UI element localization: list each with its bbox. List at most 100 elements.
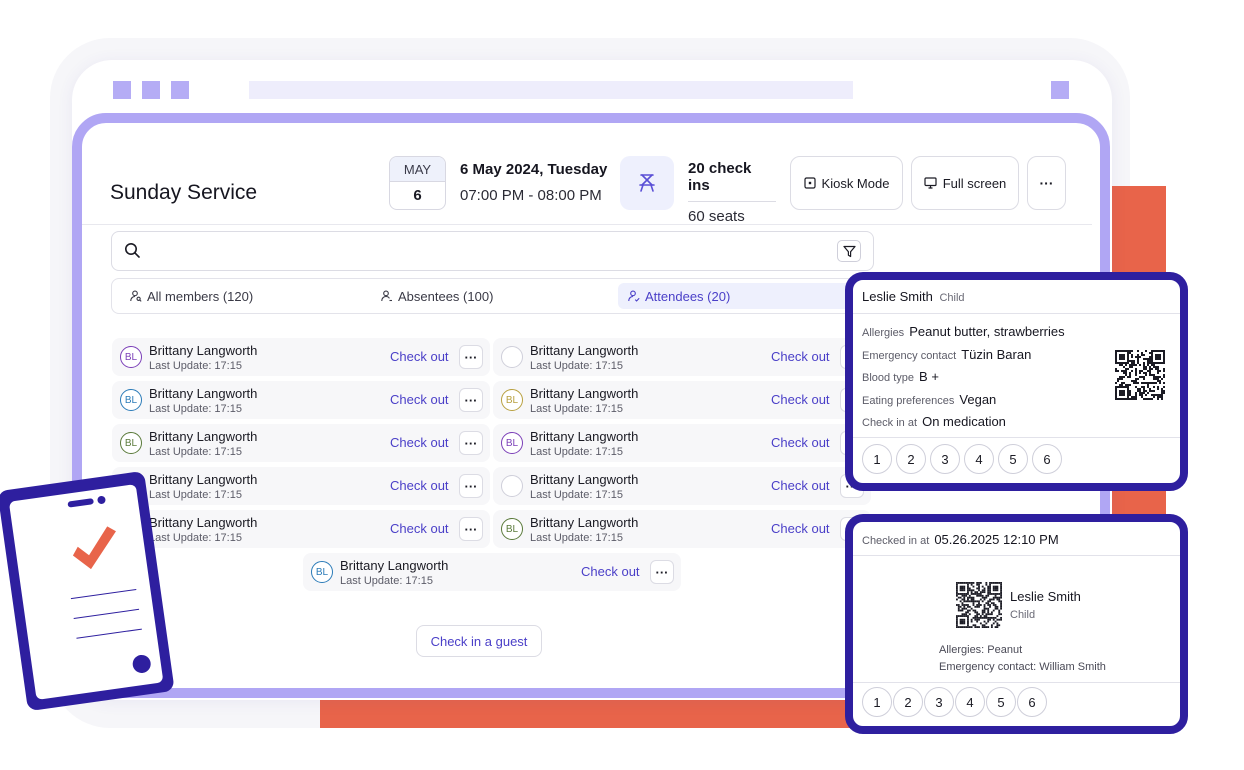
avatar: BL [501, 518, 523, 540]
last-update: Last Update: 17:15 [530, 532, 623, 544]
row-more-button[interactable]: ··· [459, 388, 483, 412]
page-4[interactable]: 4 [964, 444, 994, 474]
blood-type-field: Blood type B + [862, 369, 939, 384]
window-control-1[interactable] [113, 81, 131, 99]
card-divider [853, 437, 1180, 438]
attendee-name: Brittany Langworth [149, 343, 258, 358]
page-selector: 1 2 3 4 5 6 [862, 444, 1062, 474]
list-item[interactable]: BL Brittany Langworth Last Update: 17:15 Ch… [112, 424, 490, 462]
header-divider [82, 224, 1092, 225]
page-6[interactable]: 6 [1017, 687, 1047, 717]
window-control-3[interactable] [171, 81, 189, 99]
phone-camera [96, 495, 106, 505]
kiosk-label: Kiosk Mode [821, 175, 890, 191]
phone-line-2 [73, 608, 140, 619]
last-update: Last Update: 17:15 [340, 575, 433, 587]
attendee-name: Brittany Langworth [530, 343, 639, 358]
checked-in-label: Checked in at [862, 535, 930, 547]
date-day: 6 [413, 187, 422, 204]
row-more-button[interactable]: ··· [459, 474, 483, 498]
list-item[interactable]: BL Brittany Langworth Last Update: 17:15 Ch… [493, 510, 871, 548]
attendee-name: Brittany Langworth [149, 386, 258, 401]
more-options-button[interactable]: ··· [1027, 156, 1066, 210]
last-update: Last Update: 17:15 [149, 489, 242, 501]
check-out-link[interactable]: Check out [581, 564, 640, 579]
list-item[interactable]: Brittany Langworth Last Update: 17:15 Chec… [493, 338, 871, 376]
page-5[interactable]: 5 [986, 687, 1016, 717]
page-1[interactable]: 1 [862, 444, 892, 474]
page-2[interactable]: 2 [893, 687, 923, 717]
window-menu-button[interactable] [1051, 81, 1069, 99]
ticket-qr-code-icon [956, 582, 1002, 633]
check-out-link[interactable]: Check out [771, 392, 830, 407]
seat-icon [620, 156, 674, 210]
list-item[interactable]: BL Brittany Langworth Last Update: 17:15 Ch… [493, 381, 871, 419]
last-update: Last Update: 17:15 [530, 403, 623, 415]
page-3[interactable]: 3 [924, 687, 954, 717]
event-date: 6 May 2024, Tuesday [460, 161, 608, 178]
search-bar[interactable] [111, 231, 874, 271]
page-2[interactable]: 2 [896, 444, 926, 474]
window-control-2[interactable] [142, 81, 160, 99]
list-item[interactable]: BL Brittany Langworth Last Update: 17:15 Ch… [112, 338, 490, 376]
check-out-link[interactable]: Check out [771, 478, 830, 493]
member-tabs: All members (120) Absentees (100) Attend… [111, 278, 871, 314]
ticket-tag: Child [1010, 609, 1036, 621]
row-more-button[interactable]: ··· [459, 517, 483, 541]
page-5[interactable]: 5 [998, 444, 1028, 474]
check-out-link[interactable]: Check out [771, 349, 830, 364]
check-out-link[interactable]: Check out [390, 435, 449, 450]
row-more-button[interactable]: ··· [650, 560, 674, 584]
row-more-button[interactable]: ··· [459, 431, 483, 455]
page-1[interactable]: 1 [862, 687, 892, 717]
checkmark-icon [72, 526, 116, 570]
check-out-link[interactable]: Check out [771, 521, 830, 536]
check-in-at-field: Check in at On medication [862, 414, 1006, 429]
list-item[interactable]: Brittany Langworth Last Update: 17:15 Chec… [112, 510, 490, 548]
list-item[interactable]: BL Brittany Langworth Last Update: 17:15 Ch… [303, 553, 681, 591]
full-screen-label: Full screen [942, 175, 1007, 191]
phone-line-3 [76, 628, 142, 639]
check-out-link[interactable]: Check out [390, 349, 449, 364]
list-item[interactable]: Brittany Langworth Last Update: 17:15 Chec… [493, 467, 871, 505]
tab-attendees[interactable]: Attendees (20) [618, 283, 858, 309]
list-item[interactable]: Brittany Langworth Last Update: 17:15 Chec… [112, 467, 490, 505]
list-item[interactable]: BL Brittany Langworth Last Update: 17:15 Ch… [493, 424, 871, 462]
tab-label: All members (120) [147, 288, 254, 304]
event-time: 07:00 PM - 08:00 PM [460, 187, 602, 204]
row-more-button[interactable]: ··· [459, 345, 483, 369]
check-out-link[interactable]: Check out [390, 392, 449, 407]
kiosk-icon [803, 177, 816, 189]
phone-speaker [67, 498, 94, 508]
eating-preferences-field: Eating preferences Vegan [862, 392, 997, 407]
filter-button[interactable] [837, 240, 861, 262]
tab-absentees[interactable]: Absentees (100) [371, 283, 503, 309]
check-out-link[interactable]: Check out [390, 521, 449, 536]
check-out-link[interactable]: Check out [390, 478, 449, 493]
full-screen-button[interactable]: Full screen [911, 156, 1019, 210]
phone-screen [8, 484, 164, 700]
check-out-link[interactable]: Check out [771, 435, 830, 450]
page-3[interactable]: 3 [930, 444, 960, 474]
last-update: Last Update: 17:15 [149, 446, 242, 458]
kiosk-mode-button[interactable]: Kiosk Mode [790, 156, 903, 210]
page-title: Sunday Service [110, 181, 258, 204]
phone-illustration [0, 470, 175, 712]
last-update: Last Update: 17:15 [530, 446, 623, 458]
tab-all-members[interactable]: All members (120) [120, 283, 263, 309]
page-6[interactable]: 6 [1032, 444, 1062, 474]
attendee-name: Brittany Langworth [530, 515, 639, 530]
page-4[interactable]: 4 [955, 687, 985, 717]
ticket-divider [853, 682, 1180, 683]
list-item[interactable]: BL Brittany Langworth Last Update: 17:15 Ch… [112, 381, 490, 419]
avatar: BL [501, 389, 523, 411]
ticket-emergency-contact: Emergency contact: William Smith [939, 661, 1106, 673]
check-in-guest-button[interactable]: Check in a guest [416, 625, 542, 657]
user-check-icon [628, 290, 640, 302]
emergency-contact-field: Emergency contact Tüzin Baran [862, 347, 1032, 362]
ticket-allergies: Allergies: Peanut [939, 644, 1023, 656]
search-icon [125, 243, 140, 258]
ticket-name: Leslie Smith [1010, 589, 1081, 604]
address-bar[interactable] [249, 81, 853, 99]
attendee-name: Brittany Langworth [340, 558, 449, 573]
